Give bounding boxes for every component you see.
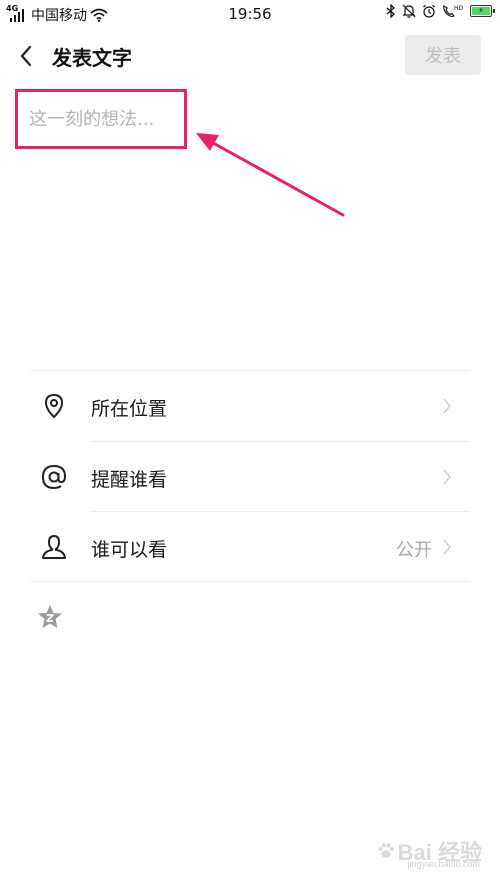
option-label: 提醒谁看 <box>91 469 168 491</box>
option-label: 所在位置 <box>91 398 168 420</box>
watermark-subtext: jingyan.baidu.com <box>407 859 480 869</box>
hd-call-icon: HD <box>443 5 464 17</box>
publish-button[interactable]: 发表 <box>405 35 481 75</box>
option-visibility[interactable]: 谁可以看 公开 <box>30 512 470 582</box>
mute-bell-icon <box>402 4 416 18</box>
charging-bolt-icon: ⚡ <box>478 6 484 15</box>
at-sign-icon <box>41 464 67 490</box>
thought-text-input[interactable] <box>29 99 469 305</box>
battery-icon: ⚡ <box>470 5 495 17</box>
watermark: Bai 经验 jingyan.baidu.com <box>377 835 482 869</box>
chevron-right-icon <box>443 539 452 555</box>
divider <box>30 581 470 582</box>
option-label: 谁可以看 <box>91 539 168 561</box>
option-location[interactable]: 所在位置 <box>30 371 470 441</box>
chevron-right-icon <box>443 398 452 414</box>
chevron-left-icon <box>20 45 32 67</box>
option-value: 公开 <box>396 540 432 561</box>
page-title: 发表文字 <box>52 46 132 70</box>
back-button[interactable] <box>10 38 42 74</box>
header: 发表文字 发表 <box>0 28 500 84</box>
paw-icon <box>378 843 394 858</box>
chevron-right-icon <box>443 469 452 485</box>
bluetooth-icon <box>386 4 395 18</box>
post-text-screen: 4G 中国移动 19:56 HD ⚡ 发表文字 发表 这一刻的想法... 所在位… <box>0 0 500 889</box>
star-icon[interactable] <box>36 603 64 631</box>
status-right: HD ⚡ <box>386 4 495 18</box>
svg-text:HD: HD <box>454 5 464 12</box>
option-remind[interactable]: 提醒谁看 <box>30 442 470 512</box>
status-bar: 4G 中国移动 19:56 HD ⚡ <box>0 0 500 28</box>
location-pin-icon <box>44 393 64 419</box>
alarm-icon <box>423 4 435 18</box>
person-icon <box>42 535 66 559</box>
